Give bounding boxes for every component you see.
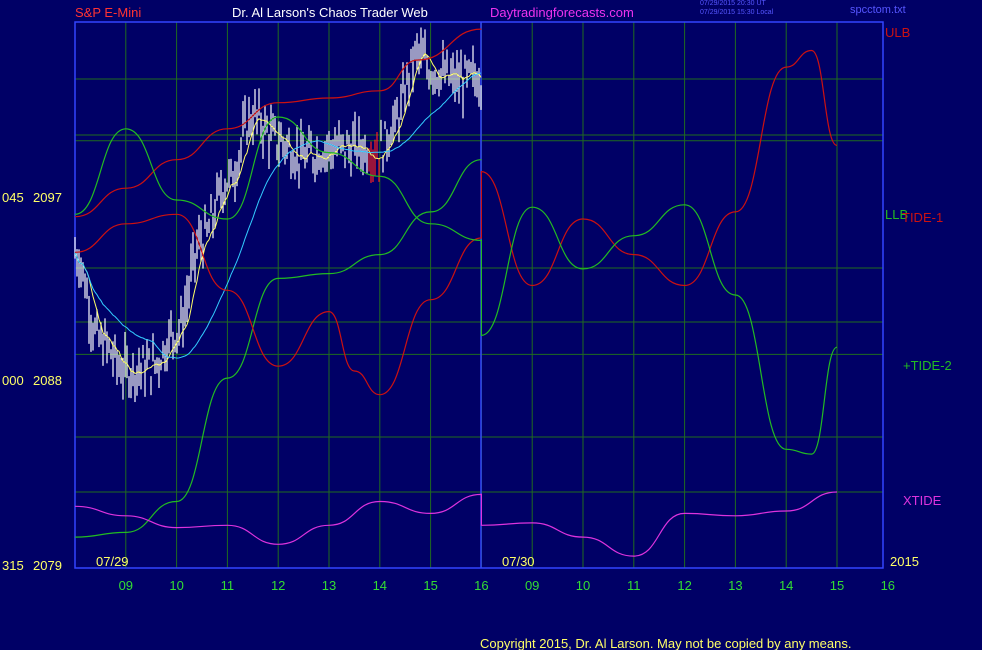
y-tick-left-2: 000 bbox=[2, 373, 24, 388]
y-tick-value-2: 2088 bbox=[33, 373, 62, 388]
x-tick-label: 12 bbox=[677, 578, 691, 593]
copyright: Copyright 2015, Dr. Al Larson. May not b… bbox=[480, 636, 851, 650]
y-tick-value-1: 2097 bbox=[33, 190, 62, 205]
x-tick-label: 14 bbox=[373, 578, 387, 593]
x-tick-label: 11 bbox=[627, 578, 641, 593]
x-tick-label: 09 bbox=[119, 578, 133, 593]
series-tide1 bbox=[74, 49, 838, 396]
x-tick-label: 11 bbox=[221, 578, 235, 593]
legend-tide-2: +TIDE-2 bbox=[903, 358, 952, 373]
date-label-1: 07/29 bbox=[96, 554, 129, 569]
x-tick-label: 16 bbox=[474, 578, 488, 593]
y-tick-left-1: 045 bbox=[2, 190, 24, 205]
x-tick-label: 14 bbox=[779, 578, 793, 593]
price-chart: 045 2097 000 2088 315 2079 09 10 11 12 13 14 1… bbox=[2, 21, 952, 650]
x-tick-label: 12 bbox=[271, 578, 285, 593]
x-tick-label: 13 bbox=[728, 578, 742, 593]
x-tick-label: 10 bbox=[576, 578, 590, 593]
y-tick-value-3: 2079 bbox=[33, 558, 62, 573]
x-tick-label: 09 bbox=[525, 578, 539, 593]
legend-xtide: XTIDE bbox=[903, 493, 942, 508]
legend-ulb: ULB bbox=[885, 25, 910, 40]
series-xtide bbox=[74, 491, 838, 557]
x-tick-label: 15 bbox=[830, 578, 844, 593]
date-label-2: 07/30 bbox=[502, 554, 535, 569]
year-label: 2015 bbox=[890, 554, 919, 569]
x-tick-label: 10 bbox=[169, 578, 183, 593]
x-axis-hour-ticks: 09 10 11 12 13 14 15 16 09 10 11 12 13 14 15 16 bbox=[119, 578, 895, 593]
x-tick-label: 15 bbox=[423, 578, 437, 593]
x-tick-label: 13 bbox=[322, 578, 336, 593]
legend-tide-1: TIDE-1 bbox=[902, 210, 943, 225]
x-tick-label: 16 bbox=[881, 578, 895, 593]
y-tick-left-3: 315 bbox=[2, 558, 24, 573]
